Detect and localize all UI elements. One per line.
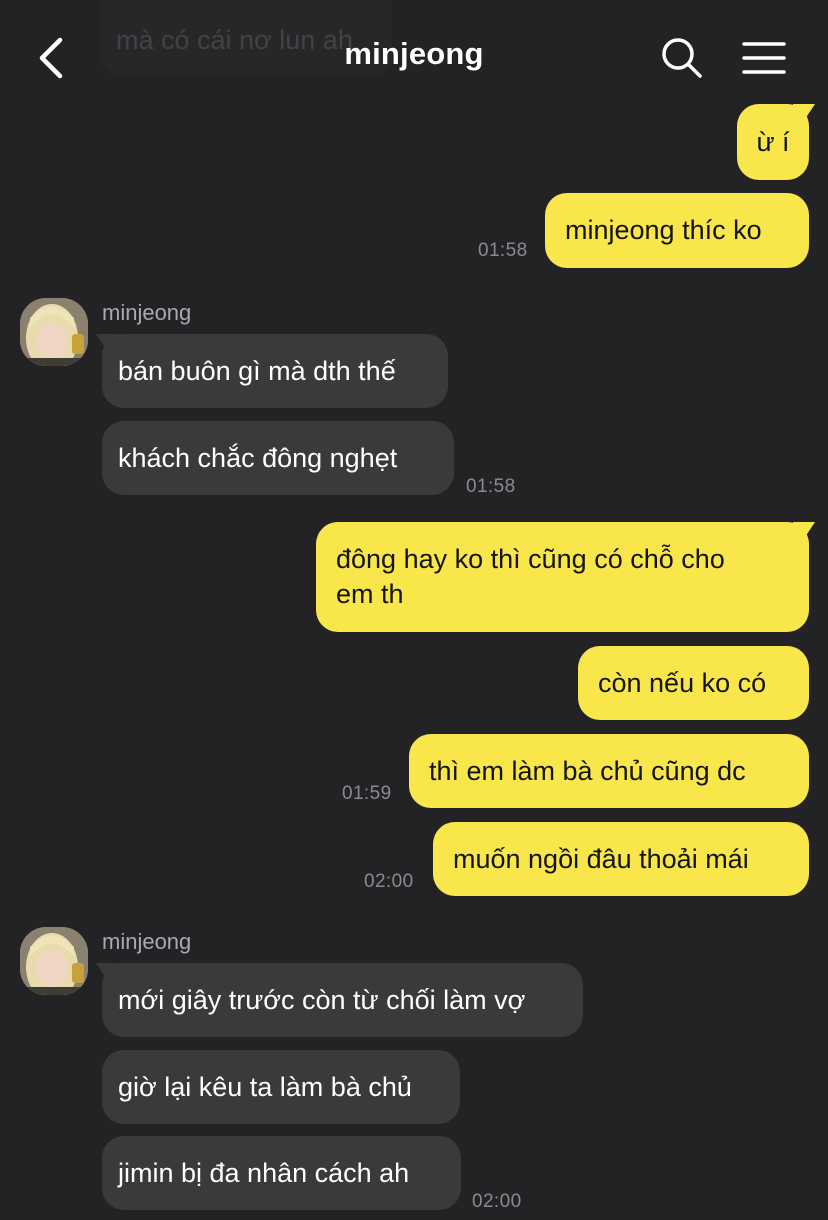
outgoing-message[interactable]: đông hay ko thì cũng có chỗ cho em th xyxy=(316,522,809,632)
message-time: 02:00 xyxy=(472,1191,522,1212)
message-text-line: đông hay ko thì cũng có chỗ cho xyxy=(336,544,725,574)
message-text: minjeong thíc ko xyxy=(565,215,762,245)
avatar[interactable] xyxy=(20,927,88,995)
menu-icon[interactable] xyxy=(740,40,788,76)
message-text: còn nếu ko có xyxy=(598,668,767,698)
outgoing-message[interactable]: minjeong thíc ko xyxy=(545,193,809,268)
message-text: giờ lại kêu ta làm bà chủ xyxy=(118,1072,412,1102)
outgoing-message[interactable]: thì em làm bà chủ cũng dc xyxy=(409,734,809,808)
sender-name: minjeong xyxy=(102,300,192,325)
incoming-message[interactable]: giờ lại kêu ta làm bà chủ xyxy=(102,1050,460,1124)
sender-name: minjeong xyxy=(102,929,192,954)
outgoing-message[interactable]: muốn ngồi đâu thoải mái xyxy=(433,822,809,896)
message-text: ừ í xyxy=(756,127,790,157)
message-time: 02:00 xyxy=(364,871,414,892)
incoming-message[interactable]: mới giây trước còn từ chối làm vợ xyxy=(102,963,583,1037)
message-text-line: em th xyxy=(336,579,404,609)
search-icon[interactable] xyxy=(660,36,704,80)
message-text: mới giây trước còn từ chối làm vợ xyxy=(118,985,526,1015)
avatar[interactable] xyxy=(20,298,88,366)
message-time: 01:59 xyxy=(342,783,392,804)
incoming-message[interactable]: khách chắc đông nghẹt xyxy=(102,421,454,495)
outgoing-message[interactable]: ừ í xyxy=(737,104,809,180)
message-text: bán buôn gì mà dth thế xyxy=(118,356,396,386)
message-text: thì em làm bà chủ cũng dc xyxy=(429,756,746,786)
message-text: muốn ngồi đâu thoải mái xyxy=(453,844,749,874)
message-time: 01:58 xyxy=(466,476,516,497)
message-text: jimin bị đa nhân cách ah xyxy=(118,1158,410,1188)
message-time: 01:58 xyxy=(478,240,528,261)
outgoing-message[interactable]: còn nếu ko có xyxy=(578,646,809,720)
incoming-message[interactable]: jimin bị đa nhân cách ah xyxy=(102,1136,461,1210)
incoming-message[interactable]: bán buôn gì mà dth thế xyxy=(102,334,448,408)
chat-header: mà có cái nơ lun ah minjeong xyxy=(0,0,828,100)
message-text: khách chắc đông nghẹt xyxy=(118,443,398,473)
